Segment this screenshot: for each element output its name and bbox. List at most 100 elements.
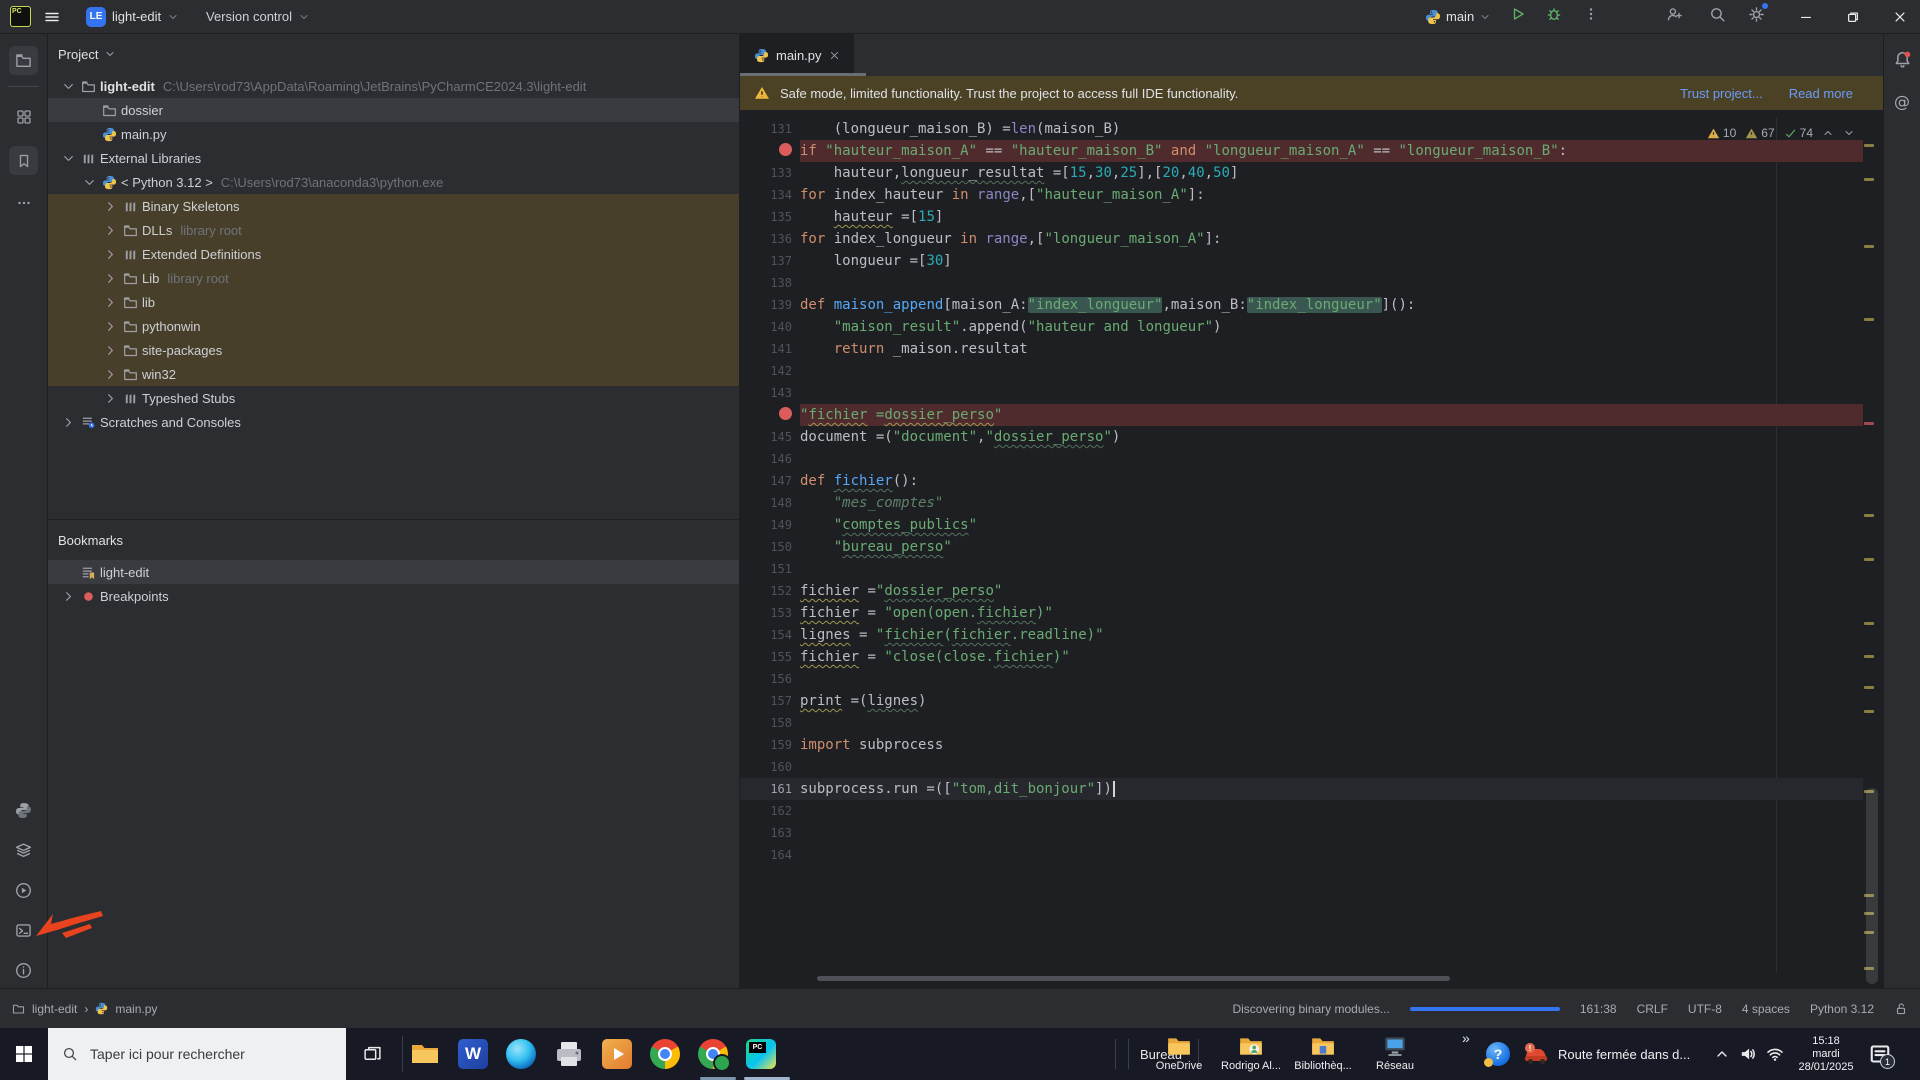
run-button[interactable] <box>1504 0 1532 28</box>
code-line-134[interactable]: 134 for index_hauteur in range,["hauteur_… <box>740 184 1863 206</box>
toolbar-grip[interactable] <box>1115 1039 1116 1069</box>
code-line-132[interactable]: if "hauteur_maison_A" == "hauteur_maison… <box>740 140 1863 162</box>
word-button[interactable]: W <box>458 1039 488 1069</box>
stripe-mark[interactable] <box>1864 514 1874 517</box>
code-line-142[interactable]: 142 <box>740 360 1863 382</box>
code-text[interactable]: import subprocess <box>800 734 1863 756</box>
project-panel-header[interactable]: Project <box>48 34 739 74</box>
code-line-155[interactable]: 155 fichier = "close(close.fichier)" <box>740 646 1863 668</box>
wifi-icon[interactable] <box>1766 1045 1784 1063</box>
line-number[interactable]: 131 <box>740 122 800 136</box>
breakpoint-icon[interactable] <box>779 407 792 420</box>
chevron-right-icon[interactable] <box>100 198 120 214</box>
code-line-141[interactable]: 141 return _maison.resultat <box>740 338 1863 360</box>
line-number[interactable]: 156 <box>740 672 800 686</box>
code-text[interactable]: fichier ="dossier_perso" <box>800 580 1863 602</box>
line-number[interactable]: 157 <box>740 694 800 708</box>
code-line-136[interactable]: 136 for index_longueur in range,["longueu… <box>740 228 1863 250</box>
project-tree-item[interactable]: Lib library root <box>48 266 739 290</box>
code-line-150[interactable]: 150 "bureau_perso" <box>740 536 1863 558</box>
line-ending[interactable]: CRLF <box>1637 1002 1668 1016</box>
code-line-149[interactable]: 149 "comptes_publics" <box>740 514 1863 536</box>
code-line-159[interactable]: 159 import subprocess <box>740 734 1863 756</box>
code-text[interactable]: subprocess.run =(["tom,dit_bonjour"]) <box>800 778 1863 800</box>
desktop-shortcut[interactable]: Rodrigo Al... <box>1221 1030 1281 1072</box>
tab-close-icon[interactable] <box>829 50 840 61</box>
code-line-161[interactable]: 161 subprocess.run =(["tom,dit_bonjour"]) <box>740 778 1863 800</box>
chevron-right-icon[interactable] <box>100 294 120 310</box>
notifications-button[interactable] <box>1891 48 1913 70</box>
breadcrumb[interactable]: light-edit › main.py <box>12 1002 157 1016</box>
chevron-right-icon[interactable] <box>58 588 78 604</box>
clock[interactable]: 15:18 mardi 28/01/2025 <box>1793 1035 1859 1074</box>
line-number[interactable]: 150 <box>740 540 800 554</box>
interpreter[interactable]: Python 3.12 <box>1810 1002 1874 1016</box>
stripe-mark[interactable] <box>1864 622 1874 625</box>
structure-tool-button[interactable] <box>9 102 38 131</box>
project-tree-item[interactable]: Typeshed Stubs <box>48 386 739 410</box>
code-text[interactable]: document =("document","dossier_perso") <box>800 426 1863 448</box>
code-line-151[interactable]: 151 <box>740 558 1863 580</box>
desktop-shortcut[interactable]: OneDrive <box>1150 1030 1208 1072</box>
bookmarks-panel-header[interactable]: Bookmarks <box>48 520 739 560</box>
more-actions-button[interactable] <box>1577 0 1605 28</box>
read-more-link[interactable]: Read more <box>1789 86 1853 101</box>
chevron-right-icon[interactable] <box>100 366 120 382</box>
bookmarks-tool-button[interactable] <box>9 146 38 175</box>
code-text[interactable]: for index_longueur in range,["longueur_m… <box>800 228 1863 250</box>
line-number[interactable]: 158 <box>740 716 800 730</box>
problems-tool-button[interactable] <box>9 956 38 985</box>
edge-button[interactable] <box>506 1039 536 1069</box>
project-tree-item[interactable]: lib <box>48 290 739 314</box>
code-text[interactable]: longueur =[30] <box>800 250 1863 272</box>
stripe-mark[interactable] <box>1864 655 1874 658</box>
line-number[interactable] <box>740 143 800 159</box>
project-tree-item[interactable]: light-edit C:\Users\rod73\AppData\Roaming… <box>48 74 739 98</box>
action-center-button[interactable]: 1 <box>1868 1042 1895 1069</box>
code-line-153[interactable]: 153 fichier = "open(open.fichier)" <box>740 602 1863 624</box>
code-text[interactable]: fichier = "open(open.fichier)" <box>800 602 1863 624</box>
toolbar-overflow-chevron[interactable]: » <box>1462 1030 1470 1046</box>
minimize-button[interactable] <box>1789 0 1823 33</box>
breadcrumb-project[interactable]: light-edit <box>32 1002 77 1016</box>
code-text[interactable]: def maison_append[maison_A:"index_longue… <box>800 294 1863 316</box>
stripe-mark[interactable] <box>1864 686 1874 689</box>
start-button[interactable] <box>0 1028 48 1080</box>
line-number[interactable]: 164 <box>740 848 800 862</box>
stripe-mark[interactable] <box>1864 178 1874 181</box>
line-number[interactable]: 140 <box>740 320 800 334</box>
tab-main-py[interactable]: main.py <box>740 34 854 76</box>
line-number[interactable]: 151 <box>740 562 800 576</box>
line-number[interactable]: 160 <box>740 760 800 774</box>
code-line-144[interactable]: "fichier =dossier_perso" <box>740 404 1863 426</box>
bookmark-item[interactable]: Breakpoints <box>48 584 739 608</box>
code-line-146[interactable]: 146 <box>740 448 1863 470</box>
line-number[interactable]: 154 <box>740 628 800 642</box>
desktop-shortcut[interactable]: Réseau <box>1366 1030 1424 1072</box>
code-line-139[interactable]: 139 def maison_append[maison_A:"index_lon… <box>740 294 1863 316</box>
line-number[interactable]: 138 <box>740 276 800 290</box>
task-view-button[interactable] <box>352 1028 392 1080</box>
line-number[interactable]: 147 <box>740 474 800 488</box>
code-line-135[interactable]: 135 hauteur =[15] <box>740 206 1863 228</box>
line-number[interactable]: 134 <box>740 188 800 202</box>
code-line-131[interactable]: 131 (longueur_maison_B) =len(maison_B) <box>740 118 1863 140</box>
line-number[interactable]: 141 <box>740 342 800 356</box>
more-tools-button[interactable] <box>9 188 38 217</box>
line-number[interactable]: 155 <box>740 650 800 664</box>
project-tree-item[interactable]: site-packages <box>48 338 739 362</box>
pycharm-taskbar-button[interactable]: PC <box>746 1039 776 1069</box>
line-number[interactable]: 159 <box>740 738 800 752</box>
line-number[interactable]: 153 <box>740 606 800 620</box>
tray-expand-icon[interactable] <box>1714 1046 1730 1062</box>
restore-button[interactable] <box>1836 0 1870 33</box>
trust-project-link[interactable]: Trust project... <box>1680 86 1763 101</box>
news-widget[interactable]: ! Route fermée dans d... <box>1522 1028 1690 1080</box>
line-number[interactable]: 149 <box>740 518 800 532</box>
debug-button[interactable] <box>1540 0 1568 28</box>
editor[interactable]: main.py Safe mode, limited functionality… <box>740 34 1883 988</box>
line-number[interactable]: 143 <box>740 386 800 400</box>
ai-assistant-button[interactable]: @ <box>1891 90 1913 112</box>
line-number[interactable]: 136 <box>740 232 800 246</box>
settings-button[interactable] <box>1742 0 1770 28</box>
